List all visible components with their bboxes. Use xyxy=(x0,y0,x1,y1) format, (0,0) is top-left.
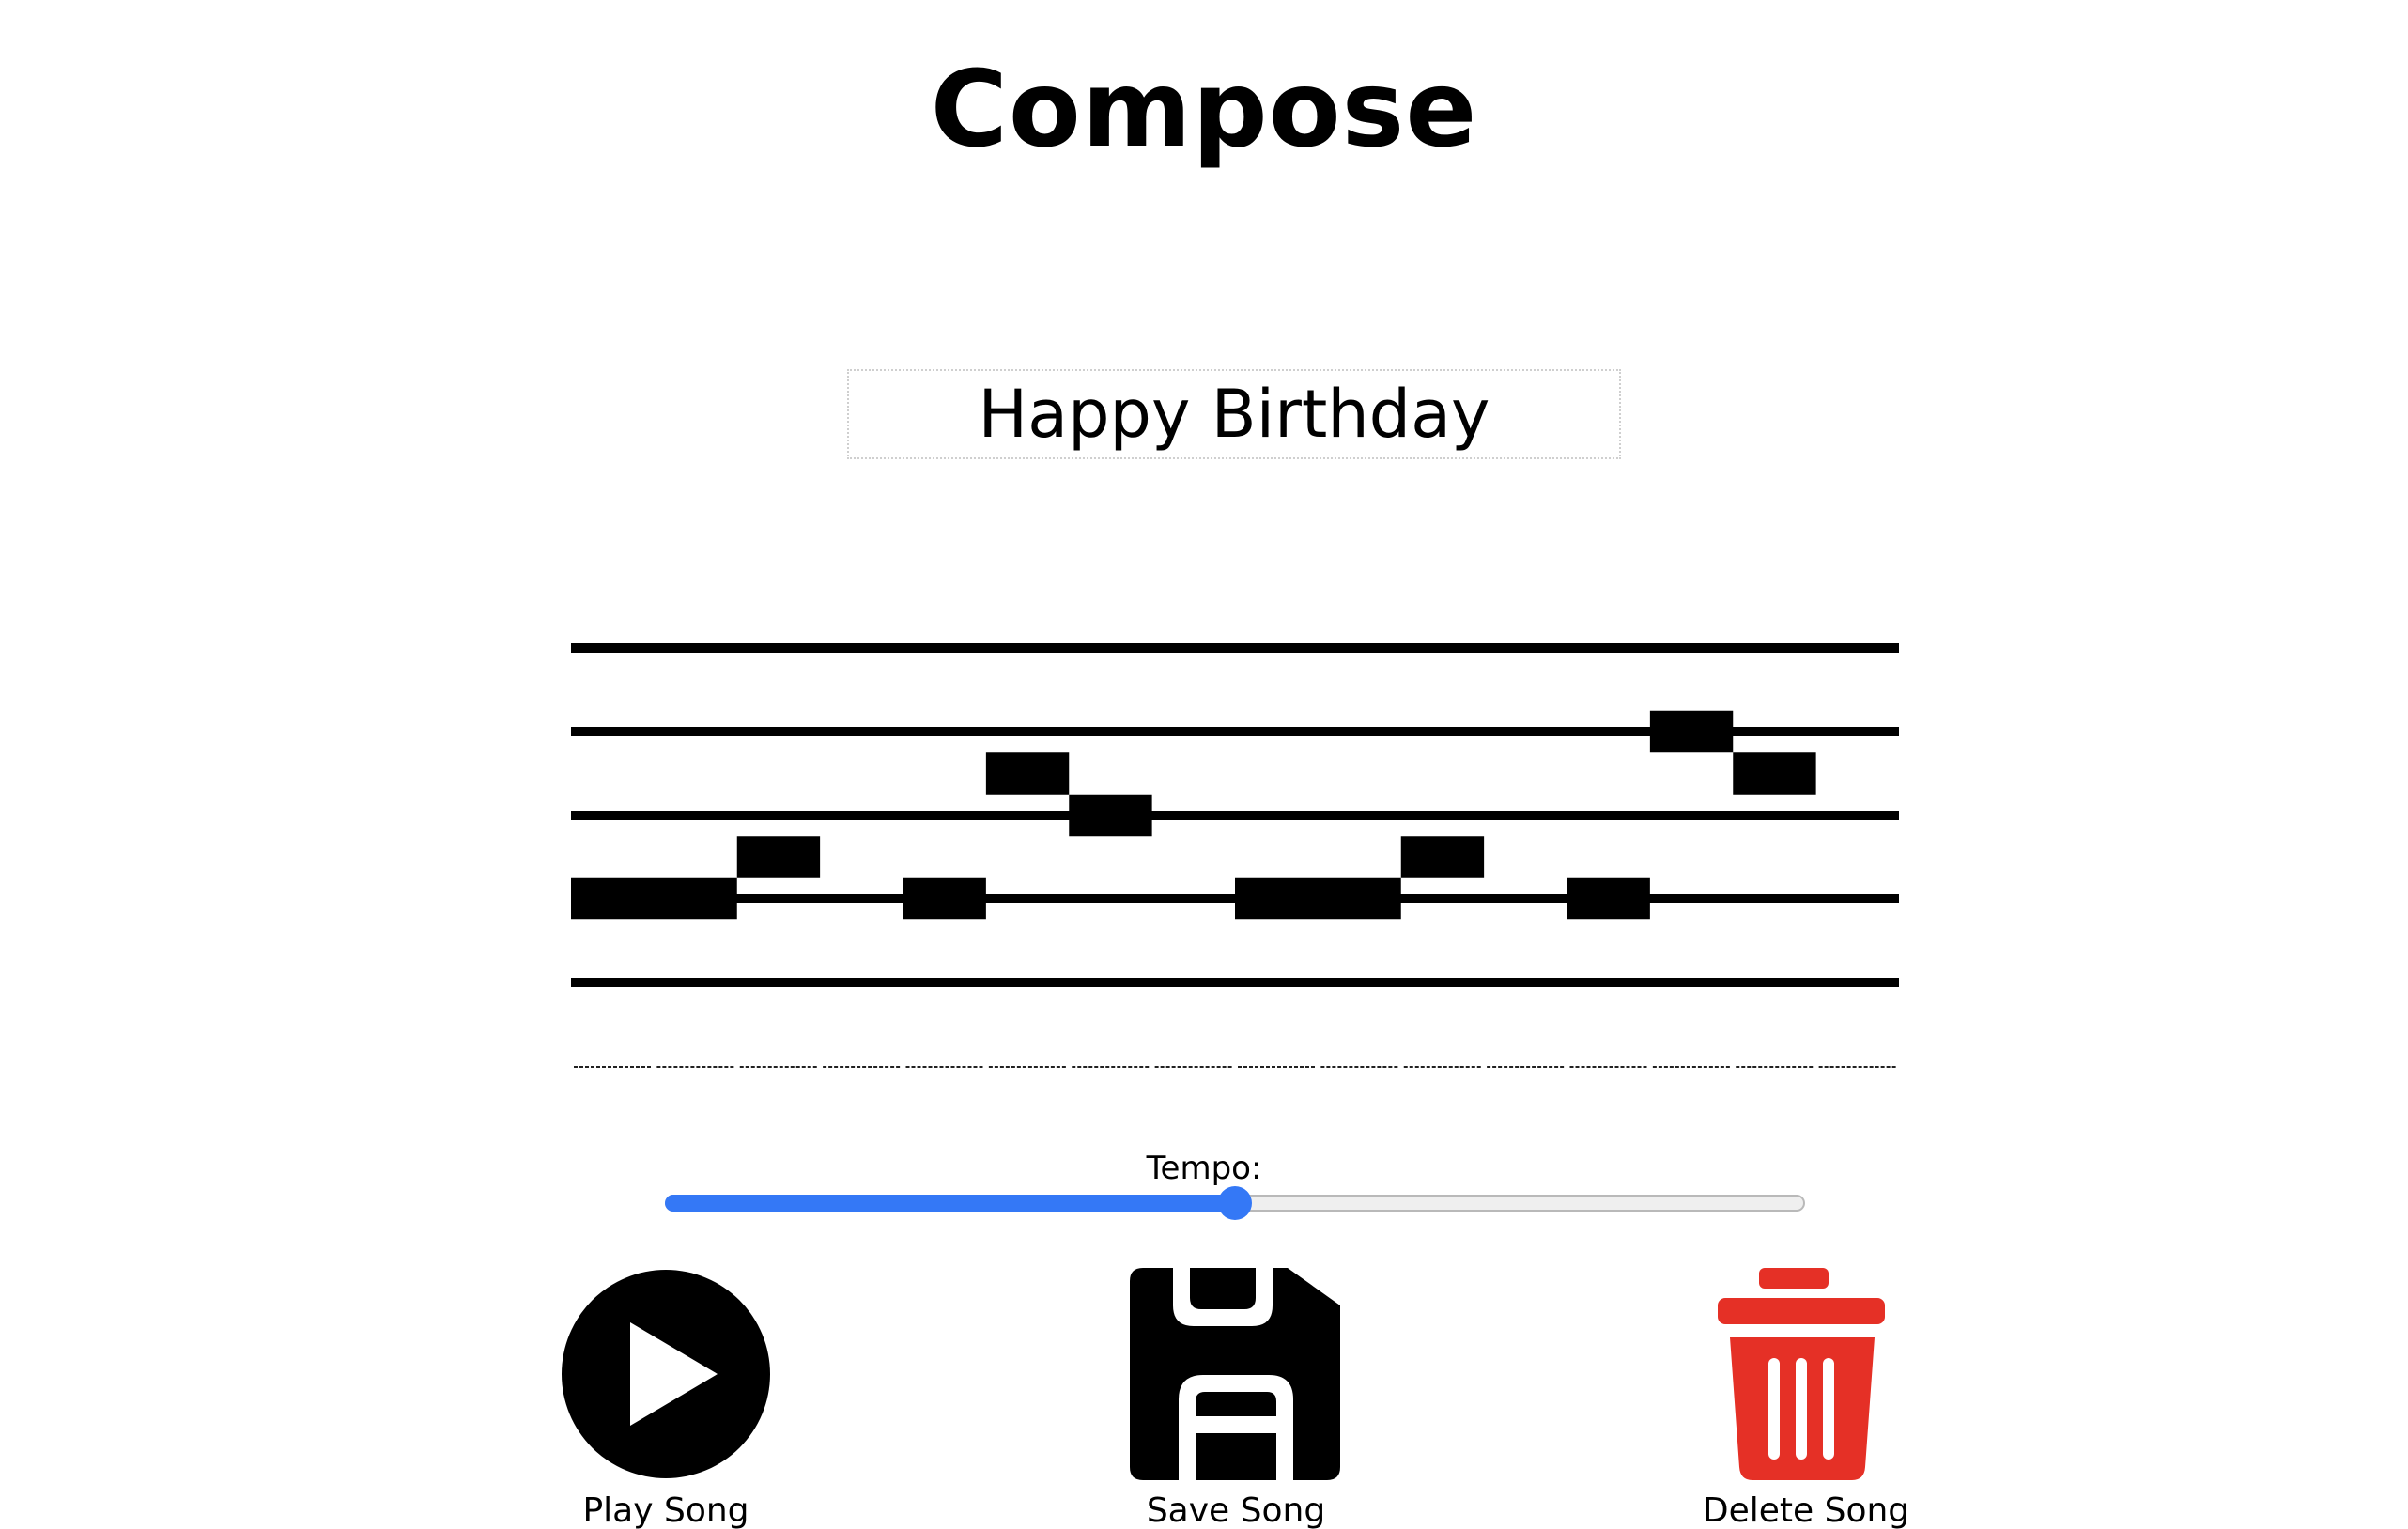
note-block[interactable] xyxy=(1733,752,1816,795)
note-staff[interactable] xyxy=(571,620,1899,1071)
page-title: Compose xyxy=(930,49,1478,171)
tempo-slider[interactable] xyxy=(665,1186,1805,1220)
note-block[interactable] xyxy=(903,877,986,920)
play-song-label: Play Song xyxy=(582,1491,749,1529)
note-block[interactable] xyxy=(736,836,821,878)
save-song-label: Save Song xyxy=(1146,1491,1326,1529)
tempo-slider-thumb[interactable] xyxy=(1218,1186,1252,1220)
save-song-button[interactable]: Save Song xyxy=(1095,1268,1377,1529)
note-block[interactable] xyxy=(1069,794,1152,837)
play-song-button[interactable]: Play Song xyxy=(525,1268,807,1529)
compose-page: Compose Tempo: Play Song Save Song xyxy=(0,0,2408,1529)
note-block[interactable] xyxy=(571,877,737,920)
play-circle-icon xyxy=(562,1270,770,1478)
trash-can-icon xyxy=(1718,1268,1885,1480)
staff-canvas[interactable] xyxy=(571,620,1899,1071)
staff-line xyxy=(571,643,1899,653)
note-block[interactable] xyxy=(1235,877,1401,920)
note-block[interactable] xyxy=(985,752,1070,795)
tempo-slider-fill xyxy=(665,1195,1235,1212)
tempo-label: Tempo: xyxy=(1146,1150,1262,1187)
floppy-disk-icon xyxy=(1130,1268,1340,1480)
song-name-input[interactable] xyxy=(847,369,1621,459)
staff-line xyxy=(571,811,1899,820)
note-block[interactable] xyxy=(1649,710,1734,753)
delete-song-label: Delete Song xyxy=(1702,1491,1910,1529)
delete-song-button[interactable]: Delete Song xyxy=(1665,1268,1947,1529)
staff-line xyxy=(571,978,1899,987)
note-block[interactable] xyxy=(1400,836,1485,878)
note-block[interactable] xyxy=(1567,877,1650,920)
